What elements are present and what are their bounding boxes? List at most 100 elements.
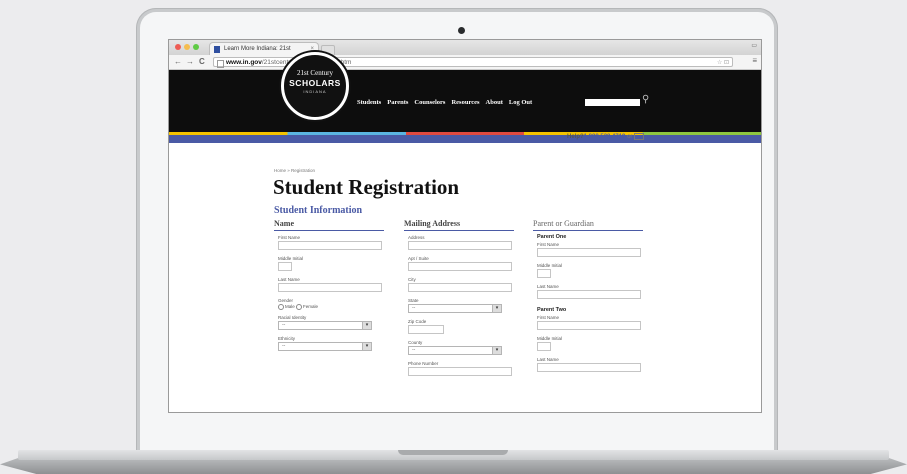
first-name-field[interactable] <box>278 241 382 250</box>
main-nav: Students Parents Counselors Resources Ab… <box>357 99 532 106</box>
male-label: Male <box>285 304 295 310</box>
nav-counselors[interactable]: Counselors <box>414 99 445 106</box>
laptop-base <box>0 450 907 474</box>
mailing-column: Mailing Address Address Apt / Suite City… <box>404 219 514 381</box>
bookmark-icon[interactable]: ☆ ⊡ <box>717 58 729 68</box>
help-contact: Help?1.888.528.4719 or <box>567 133 645 141</box>
logo-line-2: SCHOLARS <box>289 78 341 88</box>
gender-options: Male Female <box>278 304 384 310</box>
ethnicity-label: Ethnicity <box>278 336 296 341</box>
middle-initial-label: Middle Initial <box>278 256 304 261</box>
parent-two-first-name-label: First Name <box>537 315 560 320</box>
county-value: -- <box>412 347 416 353</box>
mailing-heading: Mailing Address <box>404 219 514 231</box>
zip-code-field[interactable] <box>408 325 444 334</box>
apt-suite-field[interactable] <box>408 262 512 271</box>
url-domain: www.in.gov <box>226 59 262 66</box>
parent-one-heading: Parent One <box>537 234 567 240</box>
county-label: County <box>408 340 423 345</box>
scholars-logo[interactable]: 21st Century SCHOLARS INDIANA <box>281 52 349 120</box>
address-label: Address <box>408 235 425 240</box>
chevron-down-icon: ▾ <box>492 305 501 312</box>
nav-about[interactable]: About <box>486 99 503 106</box>
last-name-label: Last Name <box>278 277 300 282</box>
help-or: or <box>627 134 633 141</box>
phone-number-label: Phone Number <box>408 361 439 366</box>
laptop-notch <box>398 450 508 455</box>
phone-number-field[interactable] <box>408 367 512 376</box>
city-label: City <box>408 277 416 282</box>
camera-icon <box>458 27 465 34</box>
parent-one-last-name-label: Last Name <box>537 284 559 289</box>
guardian-heading: Parent or Guardian <box>533 219 643 231</box>
racial-identity-value: -- <box>282 322 286 328</box>
female-label: Female <box>303 304 319 310</box>
last-name-field[interactable] <box>278 283 382 292</box>
chevron-down-icon: ▾ <box>362 343 371 350</box>
browser-tab-strip: Learn More Indiana: 21st × ▭ <box>169 40 761 56</box>
breadcrumb[interactable]: Home » Registration <box>274 168 315 173</box>
parent-one-middle-initial-label: Middle Initial <box>537 263 563 268</box>
blue-band <box>169 135 761 143</box>
nav-resources[interactable]: Resources <box>451 99 479 106</box>
chevron-down-icon: ▾ <box>492 347 501 354</box>
nav-parents[interactable]: Parents <box>387 99 408 106</box>
apt-suite-label: Apt / Suite <box>408 256 429 261</box>
parent-one-last-name-field[interactable] <box>537 290 641 299</box>
gender-label: Gender <box>278 298 294 303</box>
back-icon[interactable]: ← <box>174 57 182 66</box>
nav-log-out[interactable]: Log Out <box>509 99 532 106</box>
address-field[interactable] <box>408 241 512 250</box>
logo-line-3: INDIANA <box>303 89 327 94</box>
city-field[interactable] <box>408 283 512 292</box>
name-column: Name First Name Middle Initial Last Name… <box>274 219 384 356</box>
state-select[interactable]: -- ▾ <box>408 304 502 313</box>
parent-two-last-name-field[interactable] <box>537 363 641 372</box>
maximize-window-icon[interactable] <box>193 44 199 50</box>
window-controls-icon[interactable]: ▭ <box>751 42 757 49</box>
parent-two-last-name-label: Last Name <box>537 357 559 362</box>
forward-icon[interactable]: → <box>186 57 194 66</box>
mail-icon[interactable] <box>634 133 645 140</box>
browser-toolbar: ← → C www.in.gov/21stcenturyscholars/ind… <box>169 55 761 70</box>
favicon-icon <box>214 46 220 53</box>
logo-line-1: 21st Century <box>297 69 333 77</box>
help-phone[interactable]: 1.888.528.4719 <box>584 134 626 140</box>
ethnicity-value: -- <box>282 343 286 349</box>
parent-one-first-name-field[interactable] <box>537 248 641 257</box>
laptop-screen: Learn More Indiana: 21st × ▭ ← → C www.i… <box>168 39 762 413</box>
female-radio[interactable] <box>296 304 303 310</box>
zip-code-label: Zip Code <box>408 319 427 324</box>
search-icon[interactable]: ⚲ <box>642 95 649 105</box>
menu-icon[interactable]: ≡ <box>752 56 757 65</box>
parent-two-middle-initial-field[interactable] <box>537 342 551 351</box>
close-window-icon[interactable] <box>175 44 181 50</box>
racial-identity-select[interactable]: -- ▾ <box>278 321 372 330</box>
male-radio[interactable] <box>278 304 284 310</box>
state-value: -- <box>412 305 416 311</box>
first-name-label: First Name <box>278 235 301 240</box>
minimize-window-icon[interactable] <box>184 44 190 50</box>
help-label: Help? <box>567 134 584 141</box>
page-title: Student Registration <box>273 175 460 199</box>
laptop-base-bottom <box>0 458 907 474</box>
racial-identity-label: Racial Identity <box>278 315 307 320</box>
search-input[interactable] <box>585 99 640 106</box>
tab-title: Learn More Indiana: 21st <box>224 46 291 52</box>
ethnicity-select[interactable]: -- ▾ <box>278 342 372 351</box>
middle-initial-field[interactable] <box>278 262 292 271</box>
window-buttons <box>175 44 199 50</box>
chevron-down-icon: ▾ <box>362 322 371 329</box>
county-select[interactable]: -- ▾ <box>408 346 502 355</box>
reload-icon[interactable]: C <box>199 57 205 66</box>
parent-two-first-name-field[interactable] <box>537 321 641 330</box>
section-title: Student Information <box>274 205 363 216</box>
parent-two-heading: Parent Two <box>537 307 567 313</box>
page-icon <box>217 60 224 68</box>
parent-one-middle-initial-field[interactable] <box>537 269 551 278</box>
parent-one-first-name-label: First Name <box>537 242 560 247</box>
site-header: Students Parents Counselors Resources Ab… <box>169 70 761 132</box>
guardian-column: Parent or Guardian Parent One First Name… <box>533 219 643 377</box>
nav-students[interactable]: Students <box>357 99 381 106</box>
parent-two-middle-initial-label: Middle Initial <box>537 336 563 341</box>
